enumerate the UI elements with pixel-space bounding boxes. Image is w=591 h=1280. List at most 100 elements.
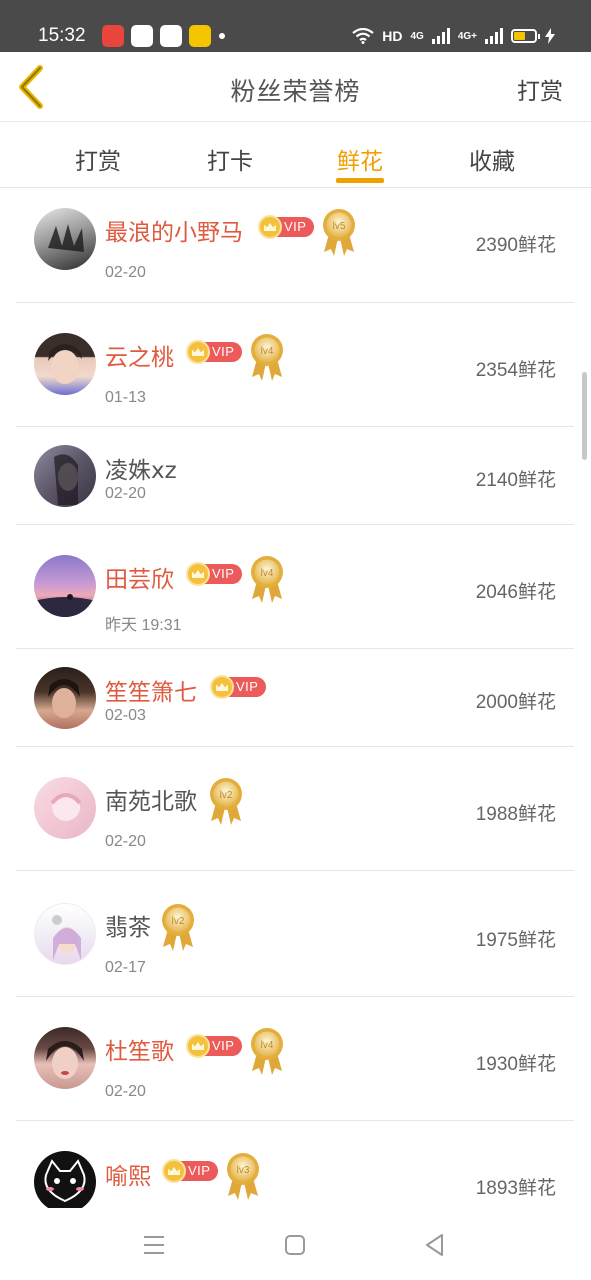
signal1-icon (431, 28, 450, 44)
signal2-label: 4G+ (457, 30, 477, 42)
level-medal-icon: lv2 (162, 904, 194, 951)
level-medal-icon: lv2 (210, 778, 242, 825)
vip-badge: VIP (186, 340, 242, 364)
user-name[interactable]: 笙笙箫七 (105, 673, 197, 707)
date-label: 01-13 (105, 389, 146, 406)
flower-count: 1988鲜花 (475, 804, 556, 825)
reward-button[interactable]: 打赏 (517, 72, 563, 106)
level-label: lv2 (220, 790, 233, 801)
signal1-label: 4G (410, 30, 424, 42)
avatar[interactable] (34, 667, 96, 729)
flower-count: 2354鲜花 (475, 360, 556, 381)
level-medal-icon: lv5 (323, 209, 355, 256)
avatar[interactable] (34, 903, 96, 965)
list-item[interactable]: 喻熙 VIP lv3 1893鲜花 (16, 1121, 574, 1208)
list-item[interactable]: 最浪的小野马 VIP lv5 02-20 2390鲜花 (16, 188, 574, 303)
vip-badge: VIP (162, 1159, 218, 1183)
flower-count: 1930鲜花 (475, 1054, 556, 1075)
level-label: lv4 (261, 568, 274, 579)
list-item[interactable]: 凌姝xz 02-20 2140鲜花 (16, 427, 574, 525)
list-item[interactable]: 云之桃 VIP lv4 01-13 2354鲜花 (16, 303, 574, 427)
tab-reward[interactable]: 打赏 (53, 142, 143, 176)
status-bar: 15:32 HD 4G 4G+ (0, 0, 591, 52)
user-name[interactable]: 凌姝xz (105, 451, 177, 485)
list-item[interactable]: 笙笙箫七 VIP 02-03 2000鲜花 (16, 649, 574, 747)
level-medal-icon: lv4 (251, 334, 283, 381)
active-tab-indicator (336, 178, 384, 183)
tab-bar: 打赏 打卡 鲜花 收藏 (0, 122, 591, 188)
status-indicators: HD 4G 4G+ (352, 25, 555, 47)
user-name[interactable]: 田芸欣 (105, 560, 174, 594)
date-label: 02-20 (105, 1083, 146, 1100)
user-name[interactable]: 喻熙 (105, 1157, 151, 1191)
signal2-icon (485, 28, 503, 44)
status-time: 15:32 (38, 25, 86, 46)
flower-count: 2000鲜花 (475, 692, 556, 713)
avatar[interactable] (34, 333, 96, 395)
video-app-notification-icon (131, 25, 153, 47)
header: 粉丝荣誉榜 打赏 (0, 52, 591, 122)
flower-count: 1893鲜花 (475, 1178, 556, 1199)
charging-icon (545, 28, 555, 44)
list-item[interactable]: 杜笙歌 VIP lv4 02-20 1930鲜花 (16, 997, 574, 1121)
avatar[interactable] (34, 445, 96, 507)
system-nav-bar (0, 1208, 591, 1280)
user-name[interactable]: 云之桃 (105, 338, 174, 372)
browser-notification-icon (160, 25, 182, 47)
avatar[interactable] (34, 1027, 96, 1089)
crown-icon (186, 340, 210, 364)
vip-badge: VIP (186, 1034, 242, 1058)
level-label: lv4 (261, 346, 274, 357)
date-label: 昨天 19:31 (105, 617, 182, 634)
crown-icon (210, 675, 234, 699)
level-label: lv4 (261, 1040, 274, 1051)
tab-favorites[interactable]: 收藏 (447, 142, 537, 176)
date-label: 02-20 (105, 485, 146, 502)
date-label: 02-17 (105, 959, 146, 976)
wifi-icon (352, 28, 374, 44)
avatar[interactable] (34, 777, 96, 839)
flower-count: 2140鲜花 (475, 470, 556, 491)
flower-count: 1975鲜花 (475, 930, 556, 951)
avatar[interactable] (34, 1151, 96, 1208)
tab-flowers[interactable]: 鲜花 (315, 142, 405, 176)
back-icon[interactable] (418, 1228, 452, 1262)
crown-icon (258, 215, 282, 239)
date-label: 02-03 (105, 707, 146, 724)
date-label: 02-20 (105, 264, 146, 281)
more-notifications-dot-icon (219, 33, 225, 39)
vip-badge: VIP (258, 215, 314, 239)
menu-icon[interactable] (137, 1228, 171, 1262)
vip-badge: VIP (186, 562, 242, 586)
level-label: lv3 (237, 1165, 250, 1176)
level-medal-icon: lv4 (251, 556, 283, 603)
user-name[interactable]: 南苑北歌 (105, 782, 197, 816)
level-label: lv2 (172, 916, 185, 927)
level-medal-icon: lv4 (251, 1028, 283, 1075)
flower-count: 2390鲜花 (475, 235, 556, 256)
tab-checkin[interactable]: 打卡 (185, 142, 275, 176)
crown-icon (162, 1159, 186, 1183)
date-label: 02-20 (105, 833, 146, 850)
list-item[interactable]: 翡茶 lv2 02-17 1975鲜花 (16, 871, 574, 997)
user-name[interactable]: 翡茶 (105, 908, 151, 942)
user-name[interactable]: 杜笙歌 (105, 1032, 174, 1066)
level-medal-icon: lv3 (227, 1153, 259, 1200)
list-item[interactable]: 田芸欣 VIP lv4 昨天 19:31 2046鲜花 (16, 525, 574, 649)
user-name[interactable]: 最浪的小野马 (105, 213, 243, 247)
flower-count: 2046鲜花 (475, 582, 556, 603)
hd-label: HD (382, 28, 403, 44)
list-item[interactable]: 南苑北歌 lv2 02-20 1988鲜花 (16, 747, 574, 871)
home-icon[interactable] (278, 1228, 312, 1262)
page-title: 粉丝荣誉榜 (230, 77, 361, 106)
app-notification-icon (102, 25, 124, 47)
battery-icon (511, 29, 540, 43)
scrollbar[interactable] (582, 372, 587, 460)
crown-icon (186, 562, 210, 586)
reader-notification-icon (189, 25, 211, 47)
vip-badge: VIP (210, 675, 266, 699)
level-label: lv5 (333, 221, 346, 232)
crown-icon (186, 1034, 210, 1058)
avatar[interactable] (34, 208, 96, 270)
avatar[interactable] (34, 555, 96, 617)
